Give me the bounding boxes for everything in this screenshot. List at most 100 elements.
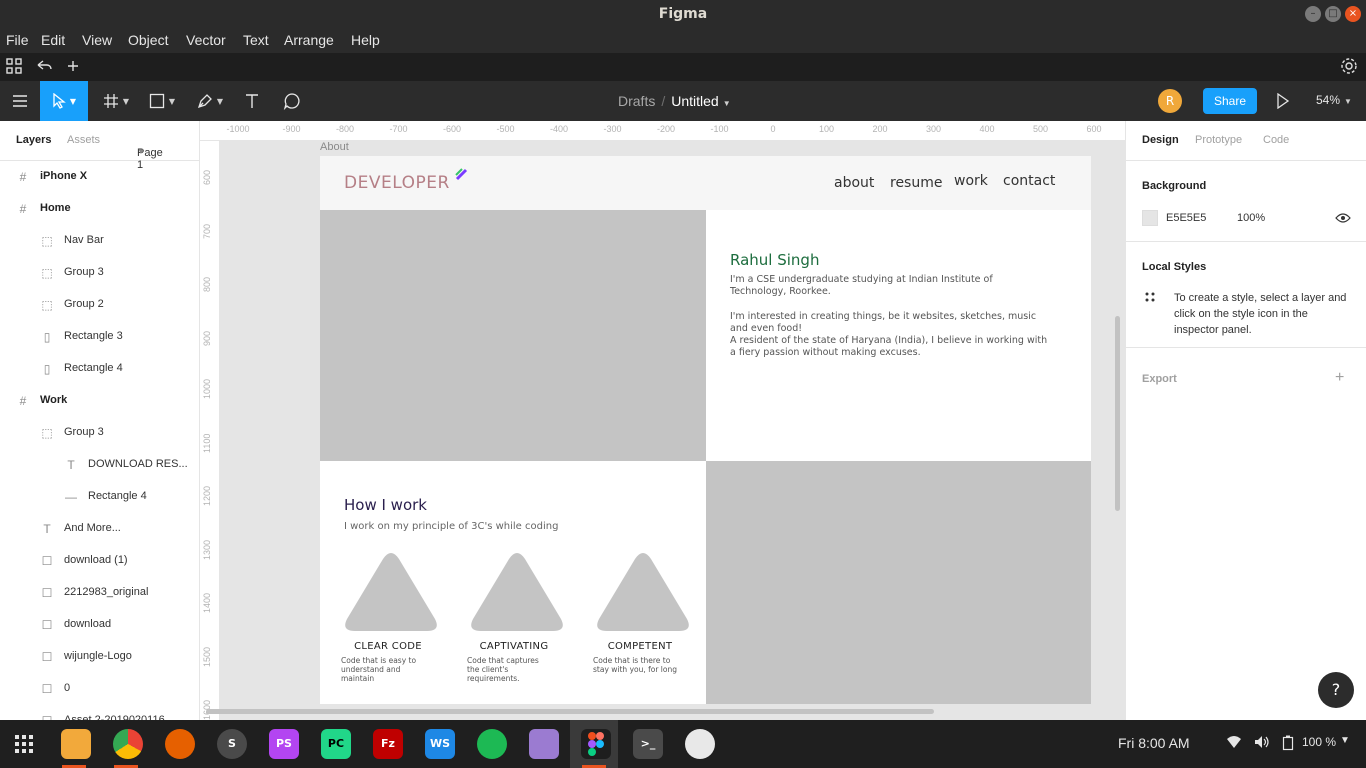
layer-row[interactable]: ☐ download (1) [0, 545, 199, 577]
menu-arrange[interactable]: Arrange [284, 32, 334, 48]
site-nav-bar[interactable]: DEVELOPER about resume work contact [320, 156, 1091, 210]
principle-card[interactable]: CAPTIVATING Code that captures the clien… [459, 551, 569, 683]
layer-row[interactable]: T And More... [0, 513, 199, 545]
menu-edit[interactable]: Edit [41, 32, 65, 48]
layer-row[interactable]: # iPhone X [0, 161, 199, 193]
visibility-eye-icon[interactable] [1335, 211, 1351, 229]
layer-row[interactable]: ⬚ Nav Bar [0, 225, 199, 257]
minimize-button[interactable]: – [1305, 6, 1321, 22]
frame-label[interactable]: About [320, 141, 349, 153]
bio-paragraph-2[interactable]: I'm interested in creating things, be it… [730, 311, 1050, 335]
signature-app-icon[interactable] [685, 729, 715, 759]
principle-card[interactable]: CLEAR CODE Code that is easy to understa… [333, 551, 443, 683]
nav-work[interactable]: work [954, 173, 988, 189]
canvas-horizontal-scrollbar[interactable] [206, 709, 934, 714]
layer-row[interactable]: # Home [0, 193, 199, 225]
layer-row[interactable]: # Work [0, 385, 199, 417]
shape-tool[interactable]: ▼ [142, 81, 182, 121]
site-logo[interactable]: DEVELOPER [344, 168, 468, 193]
user-avatar[interactable]: R [1158, 89, 1182, 113]
tab-code[interactable]: Code [1263, 134, 1289, 146]
text-editor-icon[interactable] [529, 729, 559, 759]
layer-row[interactable]: ⬚ Group 2 [0, 289, 199, 321]
nav-resume[interactable]: resume [890, 175, 942, 191]
undo-icon[interactable] [35, 57, 55, 77]
move-tool[interactable]: ▼ [40, 81, 88, 121]
filezilla-icon[interactable]: Fz [373, 729, 403, 759]
sublime-icon[interactable]: S [217, 729, 247, 759]
file-menu-chevron-icon[interactable]: ▼ [723, 99, 731, 108]
menu-view[interactable]: View [82, 32, 112, 48]
system-menu-chevron-icon[interactable]: ▼ [1340, 735, 1350, 746]
terminal-icon[interactable]: >_ [633, 729, 663, 759]
tab-prototype[interactable]: Prototype [1195, 134, 1242, 146]
new-tab-icon[interactable] [64, 57, 84, 77]
layer-row[interactable]: ☐ wijungle-Logo [0, 641, 199, 673]
work-image-placeholder[interactable] [706, 461, 1091, 704]
menu-vector[interactable]: Vector [186, 32, 226, 48]
canvas[interactable]: About DEVELOPER about resume work contac… [220, 141, 1125, 720]
profile-image-placeholder[interactable] [320, 210, 706, 461]
battery-icon[interactable] [1282, 735, 1294, 754]
about-frame[interactable]: DEVELOPER about resume work contact Rahu… [320, 156, 1091, 704]
bio-paragraph-3[interactable]: A resident of the state of Haryana (Indi… [730, 335, 1050, 359]
menu-file[interactable]: File [6, 32, 29, 48]
comment-tool[interactable] [280, 81, 304, 121]
maximize-button[interactable]: □ [1325, 6, 1341, 22]
tab-design[interactable]: Design [1142, 134, 1179, 146]
layer-row[interactable]: ☐ 0 [0, 673, 199, 705]
profile-name[interactable]: Rahul Singh [730, 251, 819, 269]
layer-row[interactable]: ☐ 2212983_original [0, 577, 199, 609]
frame-tool[interactable]: ▼ [96, 81, 136, 121]
main-menu-icon[interactable] [8, 81, 32, 121]
layer-row[interactable]: — Rectangle 4 [0, 481, 199, 513]
zoom-level[interactable]: 54% ▼ [1316, 93, 1352, 107]
principle-card[interactable]: COMPETENT Code that is there to stay wit… [585, 551, 695, 674]
nav-about[interactable]: about [834, 175, 874, 191]
tab-assets[interactable]: Assets [67, 134, 100, 146]
chrome-icon[interactable] [113, 729, 143, 759]
webstorm-icon[interactable]: WS [425, 729, 455, 759]
export-title[interactable]: Export [1142, 373, 1177, 385]
firefox-icon[interactable] [165, 729, 195, 759]
volume-icon[interactable] [1254, 735, 1270, 752]
home-grid-icon[interactable] [5, 57, 25, 77]
wifi-icon[interactable] [1226, 735, 1242, 752]
close-button[interactable]: × [1345, 6, 1361, 22]
breadcrumb-file-name[interactable]: Untitled [671, 93, 718, 109]
how-i-work-subtitle[interactable]: I work on my principle of 3C's while cod… [344, 521, 558, 532]
layer-row[interactable]: ⬚ Group 3 [0, 417, 199, 449]
help-button[interactable]: ? [1318, 672, 1354, 708]
layer-row[interactable]: ☐Asset 2-2019020116... [0, 705, 199, 720]
clock[interactable]: Fri 8:00 AM [1118, 735, 1190, 751]
nav-contact[interactable]: contact [1003, 173, 1055, 189]
battery-percentage[interactable]: 100 % [1302, 735, 1336, 749]
pycharm-icon[interactable]: PC [321, 729, 351, 759]
layer-row[interactable]: ▯ Rectangle 4 [0, 353, 199, 385]
tab-layers[interactable]: Layers [16, 134, 51, 146]
add-export-icon[interactable]: + [1335, 369, 1344, 387]
app-grid-icon[interactable] [9, 729, 39, 759]
menu-text[interactable]: Text [243, 32, 269, 48]
layer-row[interactable]: T DOWNLOAD RES... [0, 449, 199, 481]
background-hex-input[interactable]: E5E5E5 [1166, 212, 1206, 224]
share-button[interactable]: Share [1203, 88, 1257, 114]
pen-tool[interactable]: ▼ [190, 81, 230, 121]
spotify-icon[interactable] [477, 729, 507, 759]
menu-object[interactable]: Object [128, 32, 168, 48]
layer-row[interactable]: ⬚ Group 3 [0, 257, 199, 289]
present-play-icon[interactable] [1276, 92, 1290, 113]
breadcrumb-drafts[interactable]: Drafts [618, 93, 655, 109]
layer-row[interactable]: ▯ Rectangle 3 [0, 321, 199, 353]
text-tool[interactable] [240, 81, 264, 121]
menu-help[interactable]: Help [351, 32, 380, 48]
phpstorm-icon[interactable]: PS [269, 729, 299, 759]
settings-gear-icon[interactable] [1340, 57, 1360, 77]
bio-paragraph-1[interactable]: I'm a CSE undergraduate studying at Indi… [730, 274, 1050, 298]
background-color-swatch[interactable] [1142, 210, 1158, 226]
files-icon[interactable] [61, 729, 91, 759]
how-i-work-title[interactable]: How I work [344, 496, 427, 514]
layer-row[interactable]: ☐ download [0, 609, 199, 641]
canvas-vertical-scrollbar[interactable] [1115, 316, 1120, 511]
figma-icon[interactable] [581, 729, 611, 759]
